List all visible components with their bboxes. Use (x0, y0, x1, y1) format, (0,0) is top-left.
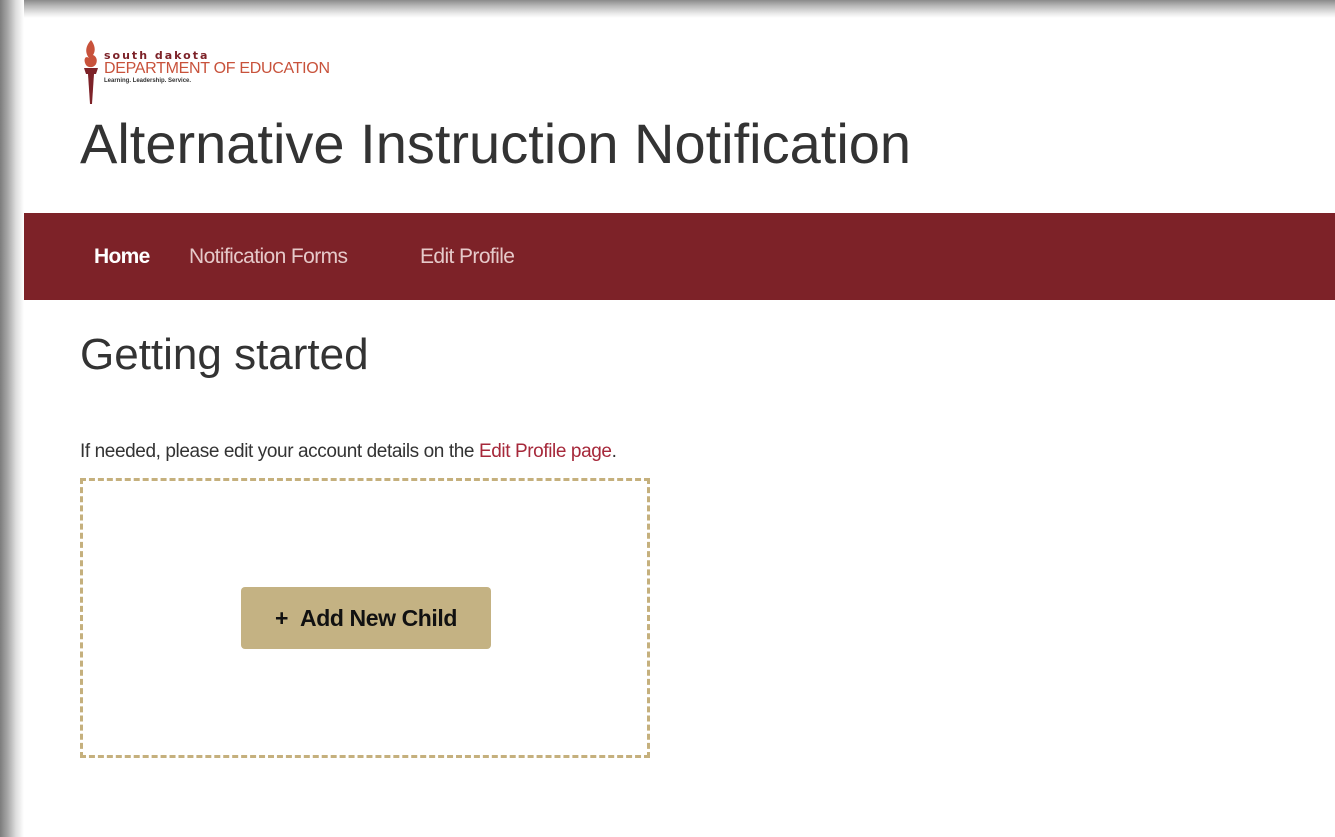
plus-icon: + (274, 604, 288, 631)
page-content: south dakota DEPARTMENT OF EDUCATION Lea… (24, 18, 1335, 837)
nav-item-notification-forms[interactable]: Notification Forms (189, 213, 348, 300)
main-navbar: Home Notification Forms Edit Profile (24, 213, 1335, 300)
add-child-card[interactable]: + Add New Child (80, 478, 650, 758)
logo-wordmark: south dakota DEPARTMENT OF EDUCATION Lea… (104, 50, 404, 85)
page-title: Getting started (80, 330, 369, 379)
logo-tagline: Learning. Leadership. Service. (104, 78, 192, 84)
nav-item-edit-profile[interactable]: Edit Profile (420, 213, 515, 300)
window-shadow-left (0, 0, 24, 837)
window-shadow-top (0, 0, 1335, 18)
edit-profile-link[interactable]: Edit Profile page (479, 441, 612, 462)
intro-text-after: . (611, 441, 617, 462)
torch-icon (84, 40, 98, 104)
logo-department-name: DEPARTMENT OF EDUCATION (104, 60, 330, 77)
sd-doe-logo[interactable]: south dakota DEPARTMENT OF EDUCATION Lea… (80, 38, 410, 108)
add-new-child-label: Add New Child (299, 604, 458, 631)
screenshot-frame: south dakota DEPARTMENT OF EDUCATION Lea… (0, 0, 1335, 837)
add-new-child-button[interactable]: + Add New Child (241, 587, 491, 649)
intro-text-before: If needed, please edit your account deta… (80, 441, 479, 462)
intro-text: If needed, please edit your account deta… (80, 441, 617, 463)
nav-item-home[interactable]: Home (94, 213, 150, 300)
app-title: Alternative Instruction Notification (80, 112, 912, 175)
